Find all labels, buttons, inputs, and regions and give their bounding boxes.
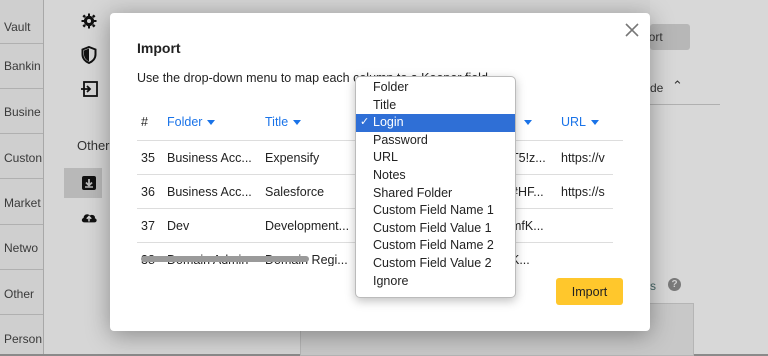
row-login: T5!z... [511, 151, 546, 165]
background-import-button[interactable]: port [650, 24, 690, 50]
caret-down-icon [293, 120, 302, 126]
rail-item-banking[interactable]: Bankin [4, 59, 41, 73]
row-number: 36 [141, 185, 155, 199]
column-header-login[interactable] [519, 115, 532, 129]
divider [650, 104, 720, 105]
row-title: Salesforce [265, 185, 325, 199]
rail-divider [0, 269, 43, 270]
column-header-title[interactable]: Title [265, 115, 302, 129]
background-text: de [650, 81, 664, 95]
dropdown-option-title[interactable]: Title [356, 97, 515, 115]
modal-title: Import [137, 40, 181, 56]
field-mapping-dropdown[interactable]: Folder Title ✓ Login Password URL Notes S… [355, 76, 516, 298]
side-section-other: Other [77, 138, 110, 153]
caret-down-icon [207, 120, 216, 126]
chevron-up-icon[interactable]: ⌃ [672, 78, 683, 94]
row-url: https://v [561, 151, 605, 165]
option-label: Notes [373, 168, 406, 182]
rail-item-custom[interactable]: Custon [4, 151, 42, 165]
dropdown-option-login[interactable]: ✓ Login [356, 114, 515, 132]
import-icon[interactable] [80, 174, 98, 192]
background-link-text: s [650, 279, 656, 293]
option-label: Password [373, 132, 428, 147]
option-label: Login [373, 115, 404, 130]
row-folder: Business Acc... [167, 185, 252, 199]
cloud-upload-icon[interactable] [80, 208, 98, 226]
row-title: Expensify [265, 151, 320, 165]
column-header-label: Title [265, 115, 289, 129]
import-button[interactable]: Import [556, 278, 623, 305]
rail-divider [0, 178, 43, 179]
option-label: Folder [373, 80, 409, 94]
background-content-right: port de ⌃ s ? [650, 0, 768, 354]
column-header-label: Folder [167, 115, 203, 129]
row-title: Development... [265, 219, 350, 233]
rail-item-business[interactable]: Busine [4, 105, 41, 119]
dropdown-option-custom-field-value-2[interactable]: Custom Field Value 2 [356, 255, 515, 273]
option-label: Shared Folder [373, 185, 453, 200]
rail-divider [0, 224, 43, 225]
dropdown-option-url[interactable]: URL [356, 149, 515, 167]
dropdown-option-password[interactable]: Password [356, 132, 515, 150]
option-label: Ignore [373, 273, 409, 288]
option-label: Custom Field Value 1 [373, 220, 492, 235]
rail-item-marketing[interactable]: Market [4, 196, 41, 210]
dropdown-option-notes[interactable]: Notes [356, 167, 515, 185]
gear-icon[interactable] [80, 12, 98, 30]
rail-item-network[interactable]: Netwo [4, 241, 38, 255]
option-label: Custom Field Value 2 [373, 256, 492, 270]
help-icon[interactable]: ? [668, 278, 681, 291]
dropdown-option-custom-field-name-1[interactable]: Custom Field Name 1 [356, 202, 515, 220]
row-url: https://s [561, 185, 605, 199]
column-header-number: # [141, 115, 148, 129]
option-label: URL [373, 150, 399, 165]
rail-divider [0, 133, 43, 134]
sign-in-icon[interactable] [80, 80, 98, 98]
column-header-label: URL [561, 115, 587, 129]
dropdown-option-folder[interactable]: Folder [356, 79, 515, 97]
option-label: Custom Field Name 2 [373, 238, 494, 253]
close-icon[interactable] [624, 22, 640, 38]
dropdown-option-custom-field-value-1[interactable]: Custom Field Value 1 [356, 220, 515, 238]
row-number: 35 [141, 151, 155, 165]
caret-down-icon [591, 120, 600, 126]
rail-divider [0, 88, 43, 89]
rail-item-vault[interactable]: Vault [4, 20, 30, 34]
shield-icon[interactable] [80, 46, 98, 64]
dropdown-option-custom-field-name-2[interactable]: Custom Field Name 2 [356, 237, 515, 255]
vault-folder-rail: Vault Bankin Busine Custon Market Netwo … [0, 0, 44, 354]
row-number: 37 [141, 219, 155, 233]
checkmark-icon: ✓ [360, 116, 370, 129]
column-header-folder[interactable]: Folder [167, 115, 216, 129]
settings-sidebar: Other [44, 0, 110, 354]
column-header-url[interactable]: URL [561, 115, 600, 129]
rail-divider [0, 43, 43, 44]
option-label: Title [373, 97, 397, 112]
row-folder: Dev [167, 219, 190, 233]
caret-down-icon [524, 120, 532, 126]
rail-item-other[interactable]: Other [4, 287, 34, 301]
option-label: Custom Field Name 1 [373, 203, 494, 218]
dropdown-option-shared-folder[interactable]: Shared Folder [356, 185, 515, 203]
horizontal-scrollbar[interactable] [141, 256, 309, 262]
row-folder: Business Acc... [167, 151, 252, 165]
rail-divider [0, 314, 43, 315]
rail-item-personal[interactable]: Person [4, 332, 42, 346]
dropdown-option-ignore[interactable]: Ignore [356, 273, 515, 291]
